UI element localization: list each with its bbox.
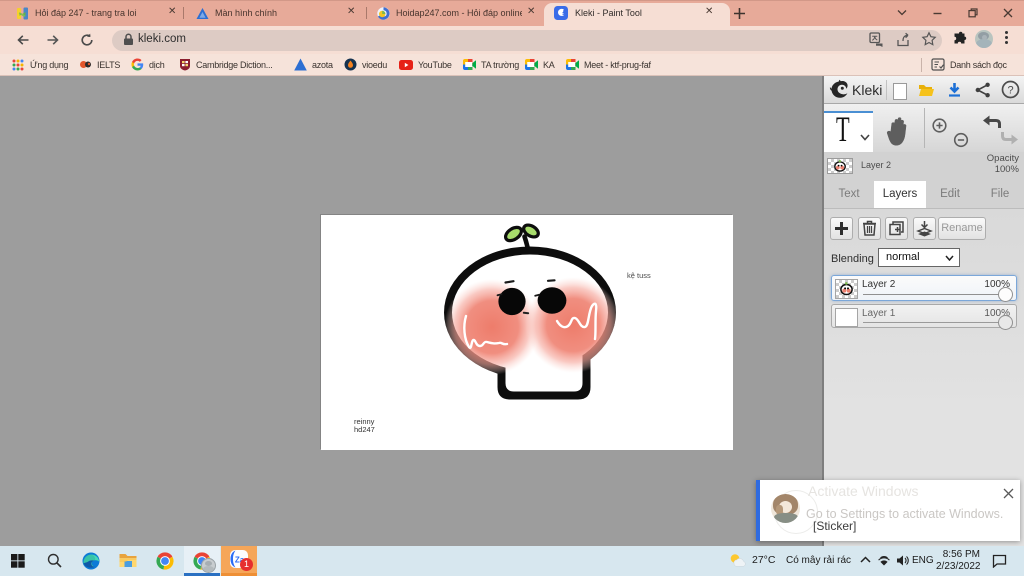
svg-text:kệ tuss: kệ tuss [627,271,651,280]
svg-text:?: ? [1007,85,1013,97]
svg-text:hd247: hd247 [354,425,375,434]
